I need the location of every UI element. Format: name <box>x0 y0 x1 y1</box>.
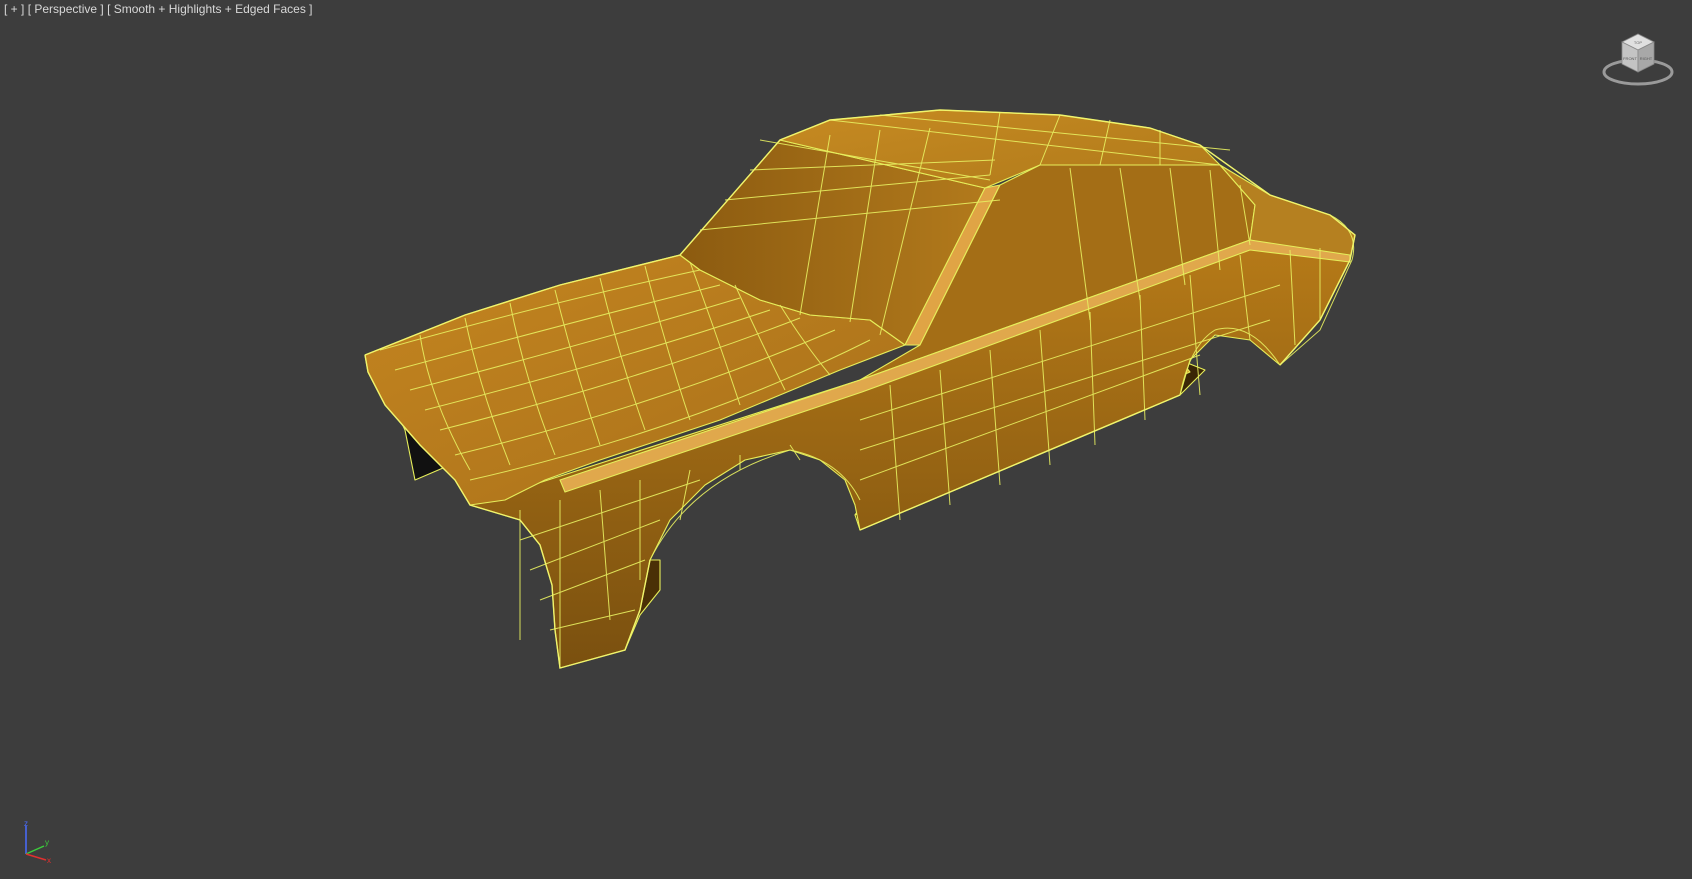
axis-x-label: x <box>47 856 51 864</box>
viewcube-top-label: TOP <box>1634 40 1642 45</box>
axis-tripod-icon: z y x <box>24 819 51 864</box>
viewcube-right-label: RIGHT <box>1640 56 1653 61</box>
axis-y-label: y <box>45 838 49 847</box>
viewcube-icon[interactable]: TOP RIGHT FRONT <box>1598 28 1678 92</box>
car-mesh-shading <box>364 109 1356 669</box>
perspective-viewport[interactable]: [ + ] [ Perspective ] [ Smooth + Highlig… <box>0 0 1692 879</box>
axis-z-label: z <box>24 819 28 828</box>
viewcube-front-label: FRONT <box>1623 56 1637 61</box>
car-body-mesh[interactable] <box>0 0 1692 879</box>
